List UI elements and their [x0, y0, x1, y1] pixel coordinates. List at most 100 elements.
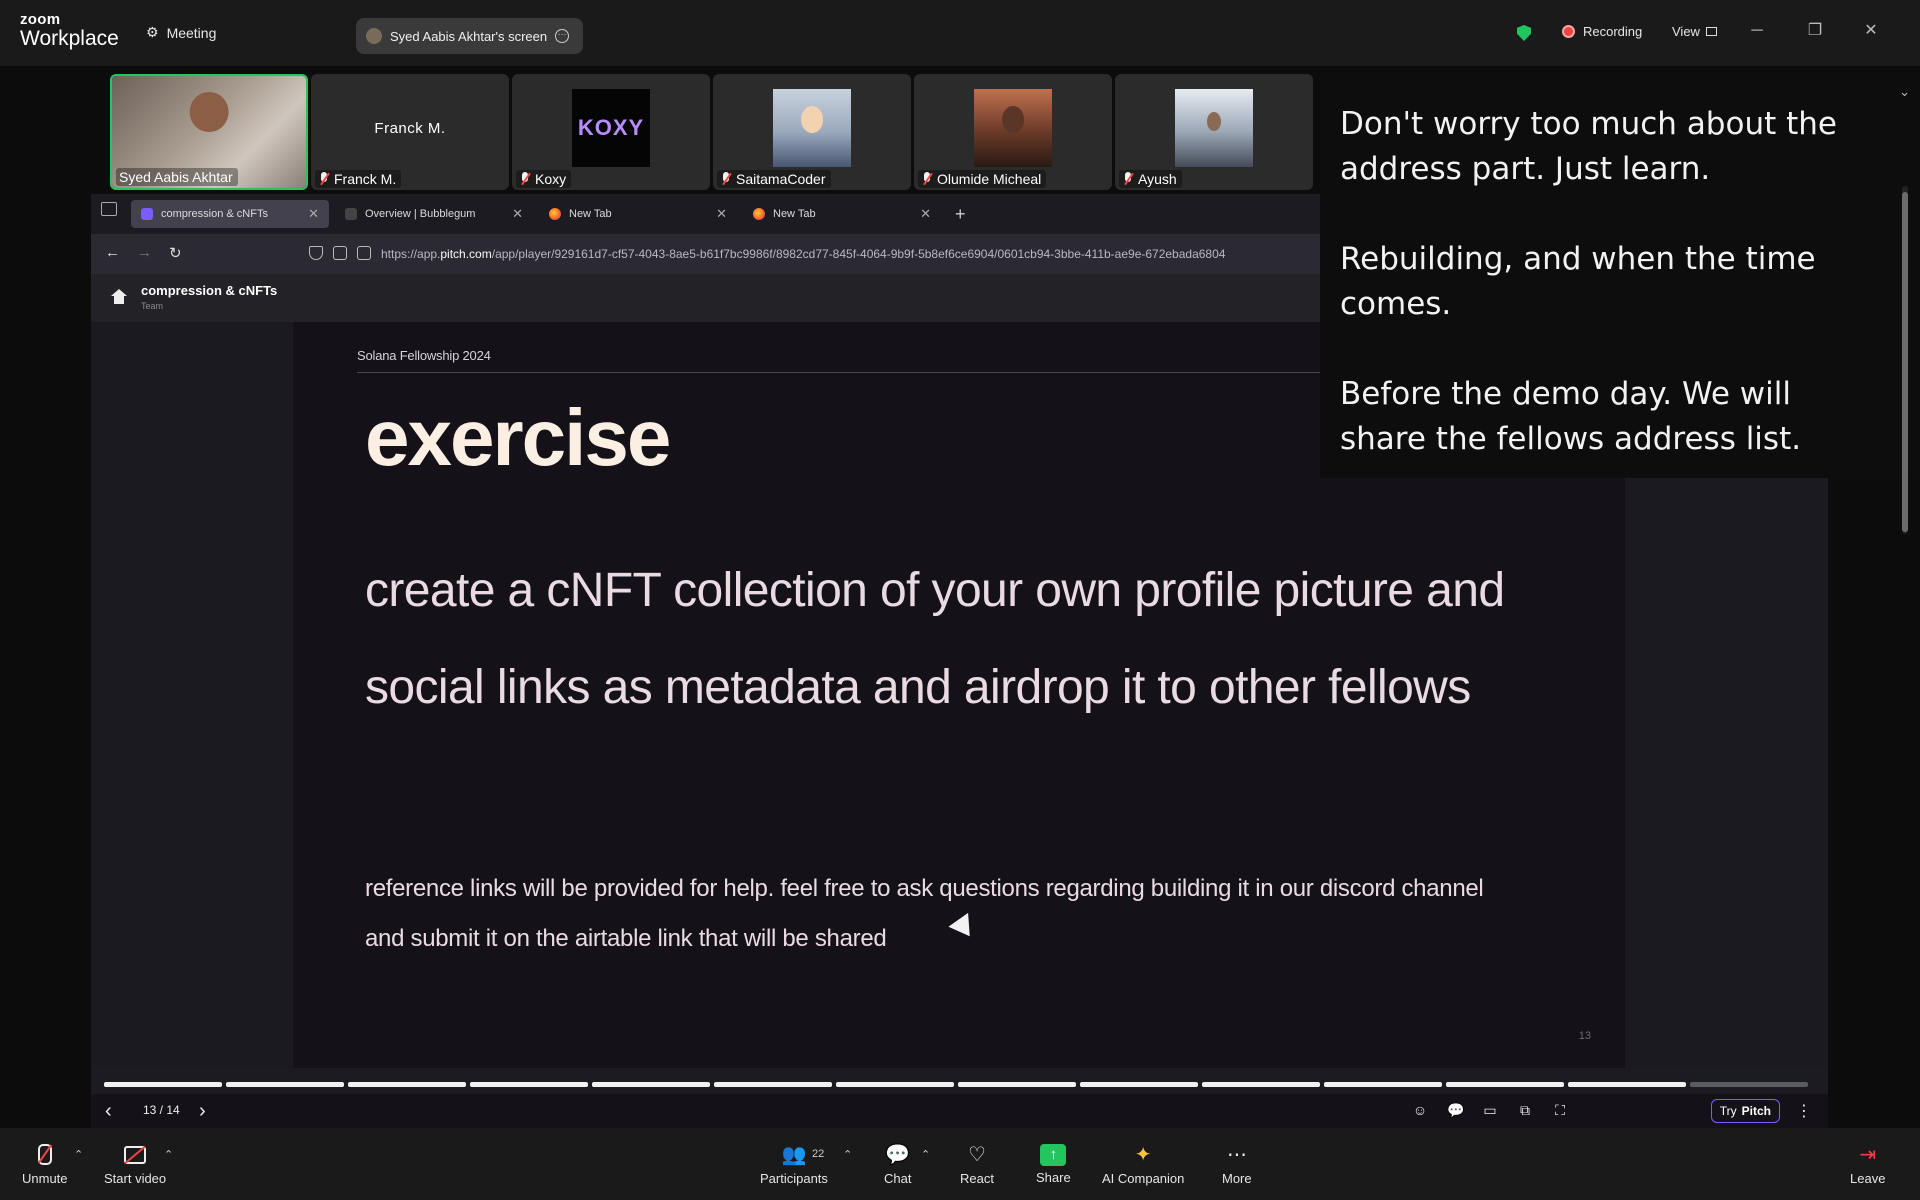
forward-arrow-icon[interactable]: → [137, 244, 152, 261]
browser-tab[interactable]: New Tab ✕ [539, 200, 737, 228]
muted-mic-icon [318, 172, 330, 186]
participant-tile[interactable]: Syed Aabis Akhtar [110, 74, 308, 190]
pitch-favicon-icon [141, 208, 153, 220]
progress-segment[interactable] [104, 1082, 222, 1087]
leave-door-icon: ⇥ [1859, 1144, 1877, 1166]
tab-close-icon[interactable]: ✕ [512, 206, 523, 222]
participant-tile[interactable]: SaitamaCoder [713, 74, 911, 190]
participants-icon: 👥 [781, 1144, 807, 1166]
layout-icon[interactable]: ⧉ [1517, 1102, 1533, 1118]
view-grid-icon [1705, 27, 1717, 36]
fullscreen-icon[interactable]: ⛶ [1552, 1102, 1568, 1118]
share-options-icon[interactable]: ··· [555, 29, 570, 43]
chat-button[interactable]: 💬 Chat [884, 1128, 911, 1200]
comments-icon[interactable]: 💬 [1447, 1102, 1464, 1118]
koxy-logo: KOXY [572, 89, 650, 167]
browser-tab[interactable]: New Tab ✕ [743, 200, 941, 228]
encryption-shield-icon[interactable] [1517, 25, 1531, 41]
captions-panel: ⌄ Don't worry too much about the address… [1320, 74, 1920, 534]
participant-name: Syed Aabis Akhtar [116, 168, 238, 186]
progress-segment[interactable] [226, 1082, 344, 1087]
collapse-chevron-icon[interactable]: ⌄ [1899, 84, 1910, 100]
caption-text: Don't worry too much about the address p… [1340, 102, 1880, 462]
progress-segment[interactable] [1690, 1082, 1808, 1087]
more-button[interactable]: ⋯ More [1222, 1128, 1252, 1200]
start-video-button[interactable]: Start video [104, 1128, 166, 1200]
tab-close-icon[interactable]: ✕ [308, 206, 319, 222]
progress-segment[interactable] [592, 1082, 710, 1087]
leave-button[interactable]: ⇥ Leave [1850, 1128, 1885, 1200]
brand-bottom: Workplace [20, 27, 119, 50]
progress-segment[interactable] [1324, 1082, 1442, 1087]
progress-segment[interactable] [348, 1082, 466, 1087]
slide-progress-bar[interactable] [104, 1082, 1808, 1087]
recording-indicator[interactable]: Recording [1562, 24, 1642, 39]
tab-label: New Tab [773, 208, 816, 220]
unmute-button[interactable]: Unmute [22, 1128, 68, 1200]
tab-close-icon[interactable]: ✕ [920, 206, 931, 222]
url-bar[interactable]: https://app.pitch.com/app/player/929161d… [381, 247, 1225, 261]
presenter-view-icon[interactable]: ▭ [1482, 1102, 1498, 1118]
more-options-icon[interactable]: ⋮ [1796, 1101, 1812, 1121]
progress-segment[interactable] [1568, 1082, 1686, 1087]
chat-chevron-icon[interactable]: ⌃ [921, 1148, 930, 1161]
share-button[interactable]: ↑ Share [1036, 1128, 1071, 1200]
next-slide-icon[interactable]: › [199, 1100, 206, 1123]
meeting-settings-icon: ⚙ [146, 24, 159, 40]
page-indicator: 13 / 14 [143, 1103, 180, 1117]
participant-name: Olumide Micheal [918, 170, 1047, 188]
participant-name: Ayush [1119, 170, 1182, 188]
home-icon[interactable] [111, 289, 127, 304]
brand-top: zoom [20, 11, 61, 28]
react-button[interactable]: ♡ React [960, 1128, 994, 1200]
progress-segment[interactable] [714, 1082, 832, 1087]
participant-name: Franck M. [315, 170, 402, 188]
participant-tile[interactable]: Olumide Micheal [914, 74, 1112, 190]
bubblegum-favicon-icon [345, 208, 357, 220]
progress-segment[interactable] [1446, 1082, 1564, 1087]
heart-icon: ♡ [968, 1144, 986, 1166]
restore-icon[interactable]: ❐ [1806, 22, 1824, 40]
close-icon[interactable]: ✕ [1862, 22, 1880, 40]
prev-slide-icon[interactable]: ‹ [105, 1100, 112, 1123]
progress-segment[interactable] [958, 1082, 1076, 1087]
audio-options-chevron-icon[interactable]: ⌃ [74, 1148, 83, 1161]
slide-note: reference links will be provided for hel… [365, 875, 1484, 952]
participant-tile[interactable]: KOXY Koxy [512, 74, 710, 190]
minimize-icon[interactable]: ─ [1748, 22, 1766, 40]
meeting-info-button[interactable]: ⚙ Meeting [146, 24, 216, 41]
try-pitch-button[interactable]: Try Pitch [1710, 1099, 1780, 1123]
participant-tile[interactable]: Franck M. Franck M. [311, 74, 509, 190]
progress-segment[interactable] [1202, 1082, 1320, 1087]
caption-line: Don't worry too much about the address p… [1340, 106, 1837, 187]
participant-tile[interactable]: Ayush [1115, 74, 1313, 190]
progress-segment[interactable] [1080, 1082, 1198, 1087]
url-security-icons [309, 246, 371, 260]
meeting-label: Meeting [166, 24, 217, 41]
back-arrow-icon[interactable]: ← [105, 244, 120, 261]
tab-close-icon[interactable]: ✕ [716, 206, 727, 222]
caption-scrollbar-thumb[interactable] [1902, 192, 1908, 532]
progress-segment[interactable] [470, 1082, 588, 1087]
view-label: View [1672, 24, 1700, 39]
screen-share-indicator[interactable]: Syed Aabis Akhtar's screen ··· [356, 18, 584, 54]
tracking-shield-icon[interactable] [309, 246, 323, 260]
video-options-chevron-icon[interactable]: ⌃ [164, 1148, 173, 1161]
browser-tab[interactable]: Overview | Bubblegum ✕ [335, 200, 533, 228]
lock-icon[interactable] [333, 246, 347, 260]
reactions-icon[interactable]: ☺ [1412, 1102, 1428, 1118]
view-button[interactable]: View [1672, 24, 1717, 39]
mic-muted-icon [32, 1143, 58, 1167]
more-dots-icon: ⋯ [1226, 1144, 1247, 1166]
permissions-icon[interactable] [357, 246, 371, 260]
browser-tab[interactable]: compression & cNFTs ✕ [131, 200, 329, 228]
tab-list-icon[interactable] [101, 202, 119, 216]
progress-segment[interactable] [836, 1082, 954, 1087]
participants-button[interactable]: 👥 Participants [760, 1128, 828, 1200]
muted-mic-icon [720, 172, 732, 186]
new-tab-plus-icon[interactable]: + [955, 204, 966, 225]
reload-icon[interactable]: ↻ [169, 244, 182, 262]
participants-chevron-icon[interactable]: ⌃ [843, 1148, 852, 1161]
ai-companion-button[interactable]: ✦ AI Companion [1102, 1128, 1184, 1200]
participants-count: 22 [812, 1148, 825, 1160]
